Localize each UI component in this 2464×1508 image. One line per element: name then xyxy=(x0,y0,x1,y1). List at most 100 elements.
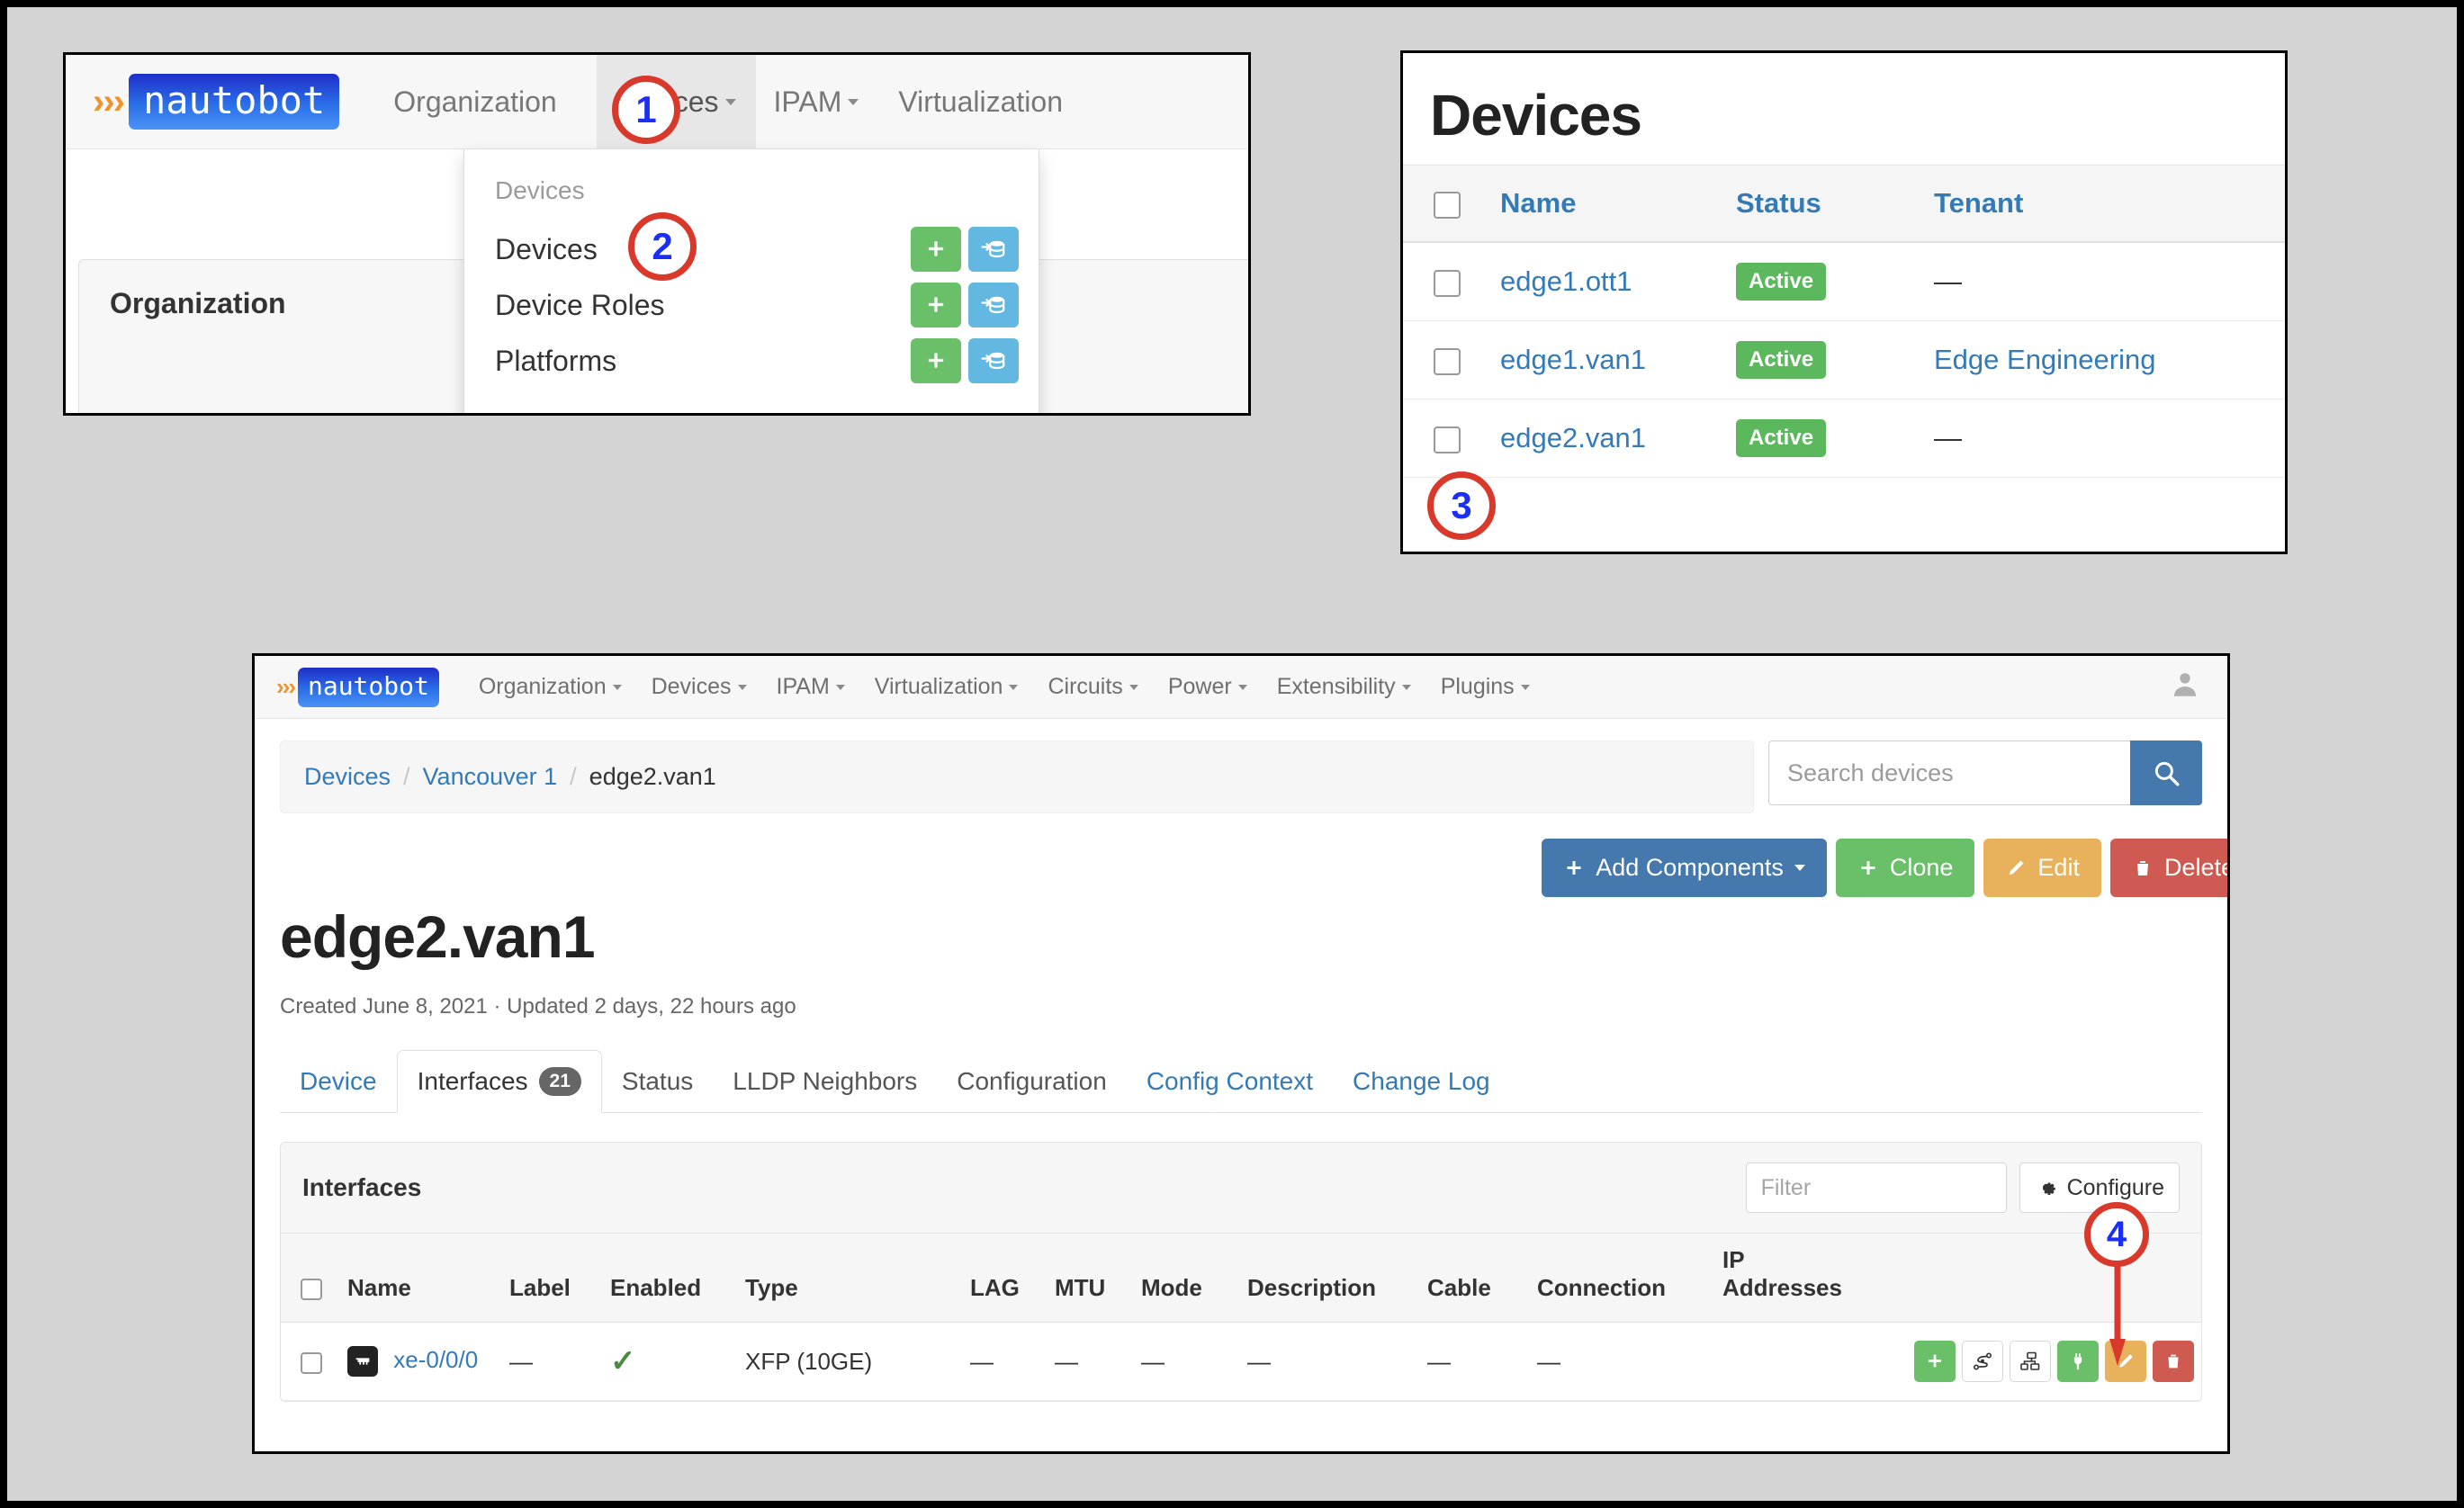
plus-icon xyxy=(1563,857,1585,879)
row-checkbox[interactable] xyxy=(1434,426,1461,453)
row-checkbox[interactable] xyxy=(1434,270,1461,297)
annotation-marker-3: 3 xyxy=(1427,471,1496,540)
add-platforms-button[interactable] xyxy=(911,338,961,383)
cell-status: Active xyxy=(1727,242,1925,321)
navbar-main: ››› nautobot Organization Devices IPAM V… xyxy=(255,656,2227,719)
nav-item-virtualization[interactable]: Virtualization xyxy=(875,674,1019,700)
user-icon[interactable] xyxy=(2170,669,2200,705)
nav-item-ipam[interactable]: IPAM xyxy=(777,674,845,700)
delete-interface-button[interactable] xyxy=(2153,1341,2194,1382)
dropdown-item-device-roles[interactable]: Device Roles xyxy=(464,277,1039,333)
edit-button[interactable]: Edit xyxy=(1983,839,2101,897)
tab-config-context[interactable]: Config Context xyxy=(1127,1051,1333,1112)
device-link[interactable]: edge2.van1 xyxy=(1500,422,1646,453)
tab-lldp-neighbors[interactable]: LLDP Neighbors xyxy=(713,1051,937,1112)
nav-item-virtualization[interactable]: Virtualization xyxy=(898,85,1063,119)
add-components-button[interactable]: Add Components xyxy=(1542,839,1827,897)
breadcrumb-devices[interactable]: Devices xyxy=(304,763,391,790)
column-header-tenant[interactable]: Tenant xyxy=(1925,166,2285,243)
nav-item-power[interactable]: Power xyxy=(1168,674,1247,700)
column-header-status[interactable]: Status xyxy=(1727,166,1925,243)
cell-enabled: ✓ xyxy=(603,1323,738,1401)
column-header-lag[interactable]: LAG xyxy=(963,1234,1048,1323)
nautobot-logo[interactable]: ››› nautobot xyxy=(276,668,439,707)
search-button[interactable] xyxy=(2130,741,2202,805)
delete-button[interactable]: Delete xyxy=(2110,839,2230,897)
import-device-roles-button[interactable] xyxy=(968,283,1019,328)
filter-input[interactable]: Filter xyxy=(1746,1162,2007,1213)
select-all-header xyxy=(1403,166,1491,243)
column-header-connection[interactable]: Connection xyxy=(1530,1234,1715,1323)
row-select-cell xyxy=(1403,321,1491,399)
column-header-mtu[interactable]: MTU xyxy=(1048,1234,1134,1323)
nav-item-circuits[interactable]: Circuits xyxy=(1048,674,1138,700)
tab-configuration[interactable]: Configuration xyxy=(937,1051,1127,1112)
chevron-down-icon xyxy=(1521,685,1530,690)
cell-lag: — xyxy=(963,1323,1048,1401)
column-header-label[interactable]: Label xyxy=(502,1234,603,1323)
chevron-down-icon xyxy=(1009,685,1018,690)
logo-wordmark: nautobot xyxy=(129,74,339,130)
chevron-down-icon xyxy=(1794,865,1805,871)
column-header-type[interactable]: Type xyxy=(738,1234,963,1323)
tab-status[interactable]: Status xyxy=(602,1051,713,1112)
chevron-down-icon xyxy=(738,685,747,690)
column-header-description[interactable]: Description xyxy=(1240,1234,1420,1323)
connect-cable-button[interactable] xyxy=(2057,1341,2099,1382)
tab-change-log[interactable]: Change Log xyxy=(1333,1051,1510,1112)
nav-item-extensibility[interactable]: Extensibility xyxy=(1277,674,1411,700)
plus-icon xyxy=(924,238,948,261)
import-platforms-button[interactable] xyxy=(968,338,1019,383)
device-link[interactable]: edge1.ott1 xyxy=(1500,265,1632,297)
column-header-name[interactable]: Name xyxy=(1491,166,1727,243)
dropdown-item-buttons xyxy=(911,283,1019,328)
ethernet-port-icon xyxy=(347,1346,378,1377)
detail-tabs: Device Interfaces 21 Status LLDP Neighbo… xyxy=(280,1050,2202,1113)
add-ip-address-button[interactable] xyxy=(1914,1341,1956,1382)
devices-dropdown-menu: Devices Devices xyxy=(463,149,1039,416)
tab-device[interactable]: Device xyxy=(280,1051,397,1112)
cell-tenant: — xyxy=(1925,242,2285,321)
row-select-cell xyxy=(1403,242,1491,321)
import-icon xyxy=(980,236,1007,263)
chevron-down-icon xyxy=(1238,685,1247,690)
screenshot-canvas: ››› nautobot Organization Devices IPAM V… xyxy=(0,0,2464,1508)
breadcrumb-site[interactable]: Vancouver 1 xyxy=(423,763,558,790)
search-form: Search devices xyxy=(1768,741,2202,805)
nav-item-plugins[interactable]: Plugins xyxy=(1441,674,1530,700)
tenant-link[interactable]: Edge Engineering xyxy=(1934,344,2155,375)
dropdown-item-devices[interactable]: Devices xyxy=(464,221,1039,277)
nav-item-ipam[interactable]: IPAM xyxy=(774,85,859,119)
table-row[interactable]: xe-0/0/0 — ✓ XFP (10GE) — — — — — — xyxy=(281,1323,2201,1401)
panel-device-detail: ››› nautobot Organization Devices IPAM V… xyxy=(252,653,2230,1454)
nav-item-organization[interactable]: Organization xyxy=(479,674,622,700)
device-link[interactable]: edge1.van1 xyxy=(1500,344,1646,375)
nav-item-organization[interactable]: Organization xyxy=(393,85,556,119)
interface-link[interactable]: xe-0/0/0 xyxy=(393,1346,478,1373)
column-header-mode[interactable]: Mode xyxy=(1134,1234,1240,1323)
add-device-roles-button[interactable] xyxy=(911,283,961,328)
search-input[interactable]: Search devices xyxy=(1768,741,2130,805)
row-action-buttons xyxy=(1875,1341,2194,1382)
nav-item-devices[interactable]: Devices xyxy=(652,674,747,700)
select-all-checkbox[interactable] xyxy=(301,1279,322,1300)
row-checkbox[interactable] xyxy=(301,1352,322,1374)
add-devices-button[interactable] xyxy=(911,227,961,272)
topology-button[interactable] xyxy=(2010,1341,2051,1382)
table-row[interactable]: edge1.ott1 Active — xyxy=(1403,242,2285,321)
clone-button[interactable]: Clone xyxy=(1836,839,1975,897)
nautobot-logo[interactable]: ››› nautobot xyxy=(93,74,339,130)
configure-button[interactable]: Configure xyxy=(2019,1162,2180,1213)
select-all-checkbox[interactable] xyxy=(1434,192,1461,219)
column-header-cable[interactable]: Cable xyxy=(1420,1234,1530,1323)
trace-path-button[interactable] xyxy=(1962,1341,2003,1382)
dropdown-item-platforms[interactable]: Platforms xyxy=(464,333,1039,389)
column-header-name[interactable]: Name xyxy=(340,1234,502,1323)
tab-interfaces[interactable]: Interfaces 21 xyxy=(397,1050,602,1113)
column-header-enabled[interactable]: Enabled xyxy=(603,1234,738,1323)
column-header-ip-addresses[interactable]: IP Addresses xyxy=(1715,1234,1868,1323)
row-checkbox[interactable] xyxy=(1434,348,1461,375)
import-devices-button[interactable] xyxy=(968,227,1019,272)
table-row[interactable]: edge1.van1 Active Edge Engineering xyxy=(1403,321,2285,399)
table-row[interactable]: edge2.van1 Active — xyxy=(1403,399,2285,478)
